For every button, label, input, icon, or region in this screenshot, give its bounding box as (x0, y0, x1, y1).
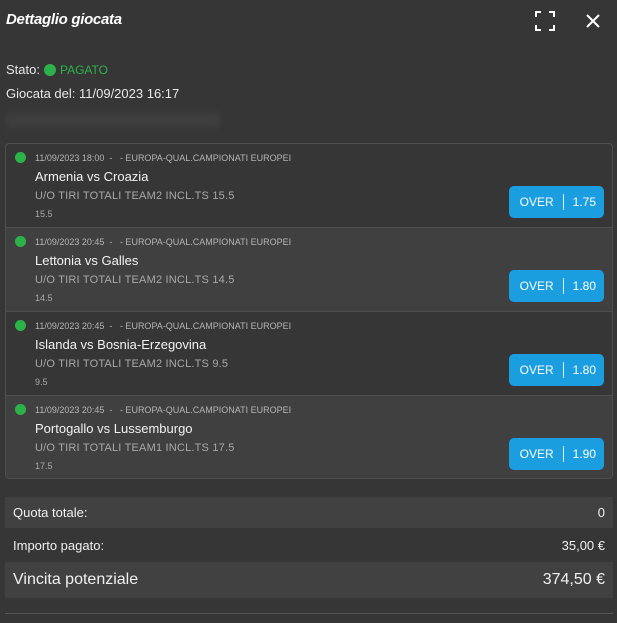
status-dot-icon (43, 63, 56, 76)
importo-pagato-value: 35,00 € (561, 538, 605, 553)
event-competition: - EUROPA-QUAL.CAMPIONATI EUROPEI (119, 153, 292, 163)
event-meta: 11/09/2023 20:45 - - EUROPA-QUAL.CAMPION… (35, 405, 291, 415)
giocata-datetime: 11/09/2023 16:17 (79, 86, 180, 101)
event-line: 9.5 (35, 377, 48, 387)
importo-pagato-label: Importo pagato: (13, 538, 105, 553)
event-competition: - EUROPA-QUAL.CAMPIONATI EUROPEI (119, 237, 292, 247)
event-match: Portogallo vs Lussemburgo (35, 421, 193, 436)
quota-totale-value: 0 (597, 505, 605, 520)
event-competition: - EUROPA-QUAL.CAMPIONATI EUROPEI (119, 321, 292, 331)
status-label: Stato: (6, 62, 40, 77)
event-datetime: 11/09/2023 20:45 (35, 405, 105, 415)
event-item: 11/09/2023 20:45 - - EUROPA-QUAL.CAMPION… (6, 312, 612, 396)
odd-button[interactable]: OVER 1.90 (508, 438, 604, 470)
quota-totale-label: Quota totale: (13, 505, 88, 520)
event-datetime: 11/09/2023 18:00 (35, 153, 105, 163)
odd-value: 1.80 (572, 363, 596, 377)
event-separator: - (109, 153, 113, 163)
vincita-potenziale-label: Vincita potenziale (13, 571, 139, 588)
odd-selection: OVER (519, 279, 554, 293)
status-value: PAGATO (59, 62, 108, 77)
event-market: U/O TIRI TOTALI TEAM1 INCL.TS 17.5 (35, 442, 235, 454)
status-row: Stato: PAGATO (6, 62, 108, 77)
event-match: Armenia vs Croazia (35, 169, 149, 184)
event-line: 15.5 (35, 209, 53, 219)
blurred-ticket-id (6, 112, 220, 128)
odd-value: 1.80 (572, 279, 596, 293)
event-datetime: 11/09/2023 20:45 (35, 237, 105, 247)
odd-value: 1.75 (572, 195, 596, 209)
event-competition: - EUROPA-QUAL.CAMPIONATI EUROPEI (119, 405, 292, 415)
event-market: U/O TIRI TOTALI TEAM2 INCL.TS 15.5 (35, 190, 235, 202)
event-line: 17.5 (35, 461, 53, 471)
giocata-label: Giocata del: (6, 86, 76, 101)
giocata-row: Giocata del: 11/09/2023 16:17 (6, 86, 179, 101)
importo-pagato-row: Importo pagato: 35,00 € (5, 530, 613, 561)
odd-selection: OVER (519, 447, 554, 461)
event-separator: - (109, 321, 113, 331)
quota-totale-row: Quota totale: 0 (5, 497, 613, 528)
event-match: Lettonia vs Galles (35, 253, 139, 268)
vincita-potenziale-row: Vincita potenziale 374,50 € (5, 562, 613, 598)
close-icon[interactable] (581, 9, 605, 33)
odd-button[interactable]: OVER 1.75 (508, 186, 604, 218)
event-item: 11/09/2023 20:45 - - EUROPA-QUAL.CAMPION… (6, 396, 612, 478)
odd-selection: OVER (519, 363, 554, 377)
events-list: 11/09/2023 18:00 - - EUROPA-QUAL.CAMPION… (5, 143, 613, 479)
vincita-potenziale-value: 374,50 € (542, 571, 605, 588)
event-meta: 11/09/2023 20:45 - - EUROPA-QUAL.CAMPION… (35, 321, 291, 331)
event-separator: - (109, 405, 113, 415)
event-item: 11/09/2023 18:00 - - EUROPA-QUAL.CAMPION… (6, 144, 612, 228)
event-market: U/O TIRI TOTALI TEAM2 INCL.TS 14.5 (35, 274, 235, 286)
odd-button[interactable]: OVER 1.80 (508, 270, 604, 302)
event-status-dot-icon (15, 236, 26, 247)
event-meta: 11/09/2023 20:45 - - EUROPA-QUAL.CAMPION… (35, 237, 291, 247)
event-separator: - (109, 237, 113, 247)
odd-selection: OVER (519, 195, 554, 209)
event-datetime: 11/09/2023 20:45 (35, 321, 105, 331)
event-match: Islanda vs Bosnia-Erzegovina (35, 337, 207, 352)
event-status-dot-icon (15, 152, 26, 163)
event-status-dot-icon (15, 404, 26, 415)
modal-header: Dettaglio giocata (0, 0, 617, 42)
odd-button[interactable]: OVER 1.80 (508, 354, 604, 386)
event-line: 14.5 (35, 293, 53, 303)
event-meta: 11/09/2023 18:00 - - EUROPA-QUAL.CAMPION… (35, 153, 291, 163)
event-market: U/O TIRI TOTALI TEAM2 INCL.TS 9.5 (35, 358, 229, 370)
modal-title: Dettaglio giocata (6, 11, 122, 28)
bottom-divider (5, 613, 613, 614)
event-item: 11/09/2023 20:45 - - EUROPA-QUAL.CAMPION… (6, 228, 612, 312)
event-status-dot-icon (15, 320, 26, 331)
fullscreen-icon[interactable] (533, 9, 557, 33)
odd-value: 1.90 (572, 447, 596, 461)
